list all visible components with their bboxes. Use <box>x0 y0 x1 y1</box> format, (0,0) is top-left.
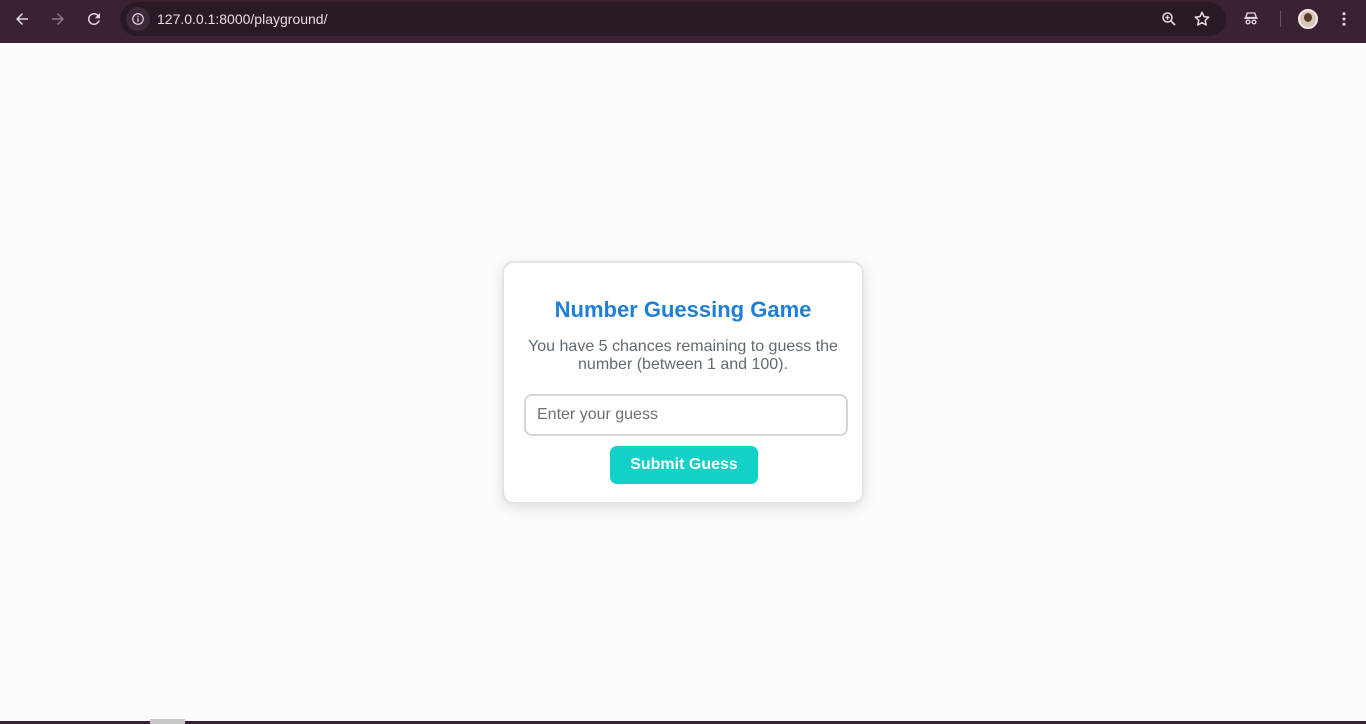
star-icon <box>1194 11 1210 26</box>
more-vertical-icon <box>1342 12 1346 26</box>
address-bar[interactable]: 127.0.0.1:8000/playground/ <box>120 2 1226 36</box>
url-text: 127.0.0.1:8000/playground/ <box>157 11 328 27</box>
site-info-button[interactable] <box>126 7 150 31</box>
toolbar-divider <box>1280 11 1281 27</box>
game-card: Number Guessing Game You have 5 chances … <box>502 261 864 504</box>
bookmark-button[interactable] <box>1193 10 1211 28</box>
back-button[interactable] <box>6 3 38 35</box>
forward-button[interactable] <box>42 3 74 35</box>
game-description: You have 5 chances remaining to guess th… <box>528 338 838 373</box>
reload-icon <box>87 12 100 25</box>
game-title: Number Guessing Game <box>554 297 812 322</box>
guess-input[interactable] <box>524 394 848 436</box>
info-icon <box>132 13 144 25</box>
incognito-extension-button[interactable] <box>1241 9 1261 29</box>
bottom-scroll-indicator <box>150 719 185 724</box>
menu-button[interactable] <box>1334 9 1354 29</box>
browser-toolbar: 127.0.0.1:8000/playground/ <box>0 0 1366 43</box>
incognito-icon <box>1244 12 1258 25</box>
reload-button[interactable] <box>78 3 110 35</box>
zoom-button[interactable] <box>1160 10 1178 28</box>
profile-avatar[interactable] <box>1298 9 1318 29</box>
arrow-right-icon <box>52 13 64 25</box>
arrow-left-icon <box>16 13 28 25</box>
zoom-icon <box>1162 12 1176 26</box>
submit-guess-button[interactable]: Submit Guess <box>610 446 758 484</box>
